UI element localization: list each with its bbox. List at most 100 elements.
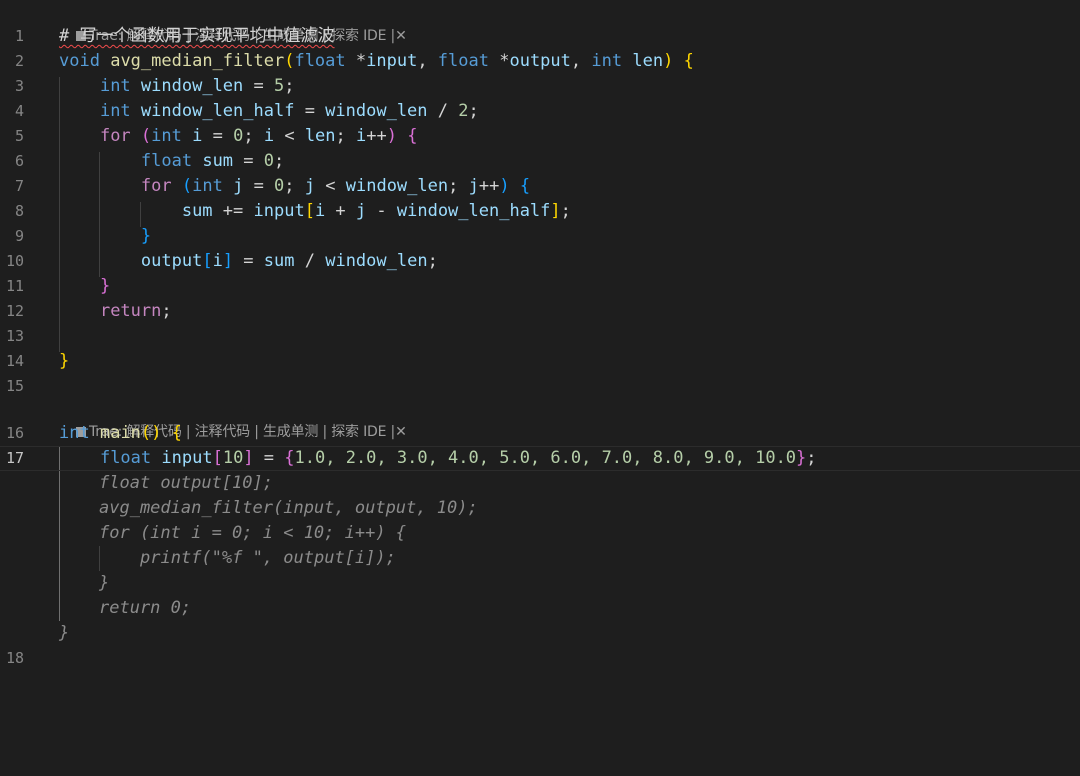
line-number: 8 (14, 202, 24, 220)
bracket: ( (181, 176, 193, 196)
keyword: int (591, 51, 623, 71)
code-text: } (59, 224, 151, 249)
code-line-16[interactable]: 16 int main() { (0, 421, 1080, 446)
bracket: ] (222, 251, 234, 271)
token: , (570, 51, 592, 71)
function-name: avg_median_filter (110, 51, 285, 71)
bracket: { (519, 176, 531, 196)
variable: input (161, 448, 213, 468)
code-line-18[interactable]: 18 (0, 646, 1080, 671)
variable: i (314, 201, 326, 221)
code-line-5[interactable]: 5 for (int i = 0; i < len; i++) { (0, 124, 1080, 149)
ghost-text: return 0; (99, 598, 192, 618)
line-number: 15 (5, 377, 24, 395)
code-line-11[interactable]: 11 } (0, 274, 1080, 299)
token: ; (468, 101, 479, 121)
token: ; (806, 448, 817, 468)
keyword: float (99, 448, 152, 468)
keyword: int (151, 126, 182, 146)
variable: j (355, 201, 367, 221)
ghost-suggestion-line: return 0; (0, 596, 1080, 621)
code-line-2[interactable]: 2 void avg_median_filter(float *input, f… (0, 49, 1080, 74)
variable: j (468, 176, 479, 196)
variable: i (263, 126, 275, 146)
keyword: int (99, 101, 131, 121)
code-line-10[interactable]: 10 output[i] = sum / window_len; (0, 249, 1080, 274)
line-number: 13 (5, 327, 24, 345)
code-line-12[interactable]: 12 return; (0, 299, 1080, 324)
code-line-1[interactable]: 1 # 写一个函数用于实现平均中值滤波 (0, 24, 1080, 49)
variable: sum (181, 201, 213, 221)
code-line-9[interactable]: 9 } (0, 224, 1080, 249)
bracket: } (140, 226, 152, 246)
code-line-17-current[interactable]: 17 float input[10] = {1.0, 2.0, 3.0, 4.0… (0, 446, 1080, 471)
ghost-suggestion-line: } (0, 571, 1080, 596)
token: ++ (366, 126, 387, 146)
token: ; (427, 251, 438, 271)
keyword: int (99, 76, 131, 96)
variable: output (140, 251, 203, 271)
bracket: } (99, 276, 111, 296)
number: 0 (263, 151, 275, 171)
code-line-13[interactable]: 13 (0, 324, 1080, 349)
variable: j (233, 176, 244, 196)
number: 5 (274, 76, 285, 96)
variable: window_len (140, 76, 244, 96)
token: ; (274, 151, 285, 171)
variable: window_len (325, 251, 428, 271)
token: ; (284, 176, 305, 196)
code-line-14[interactable]: 14 } (0, 349, 1080, 374)
line-number: 9 (14, 227, 24, 245)
bracket: () (140, 423, 162, 443)
code-line-7[interactable]: 7 for (int j = 0; j < window_len; j++) { (0, 174, 1080, 199)
variable: len (304, 126, 336, 146)
code-line-8[interactable]: 8 sum += input[i + j - window_len_half]; (0, 199, 1080, 224)
variable: input (253, 201, 305, 221)
number: 2 (458, 101, 469, 121)
token: ; (335, 126, 357, 146)
keyword: return (99, 301, 162, 321)
number-list: 1.0, 2.0, 3.0, 4.0, 5.0, 6.0, 7.0, 8.0, … (294, 448, 797, 468)
ghost-suggestion-line: float output[10]; (0, 471, 1080, 496)
code-line-6[interactable]: 6 float sum = 0; (0, 149, 1080, 174)
variable: i (212, 251, 223, 271)
code-line-4[interactable]: 4 int window_len_half = window_len / 2; (0, 99, 1080, 124)
ghost-suggestion-line: avg_median_filter(input, output, 10); (0, 496, 1080, 521)
bracket: [ (304, 201, 315, 221)
line-number: 1 (14, 27, 24, 45)
token: += (212, 201, 254, 221)
function-name: main (99, 423, 141, 443)
variable: sum (263, 251, 295, 271)
keyword: int (192, 176, 223, 196)
code-text: int window_len = 5; (59, 74, 295, 99)
token: = (233, 251, 264, 271)
code-line-3[interactable]: 3 int window_len = 5; (0, 74, 1080, 99)
variable: window_len (325, 101, 428, 121)
code-line-15[interactable]: 15 (0, 374, 1080, 399)
code-editor[interactable]: Trae: 解释代码 | 注释代码 | 生成单测 | 探索 IDE |✕ 1 #… (0, 0, 1080, 776)
bracket: [ (212, 448, 223, 468)
line-number: 7 (14, 177, 24, 195)
token: = (233, 151, 264, 171)
bracket: ) (663, 51, 674, 71)
token: = (253, 448, 285, 468)
token: = (243, 176, 275, 196)
keyword: float (294, 51, 346, 71)
variable: j (304, 176, 316, 196)
variable: sum (202, 151, 234, 171)
line-number: 4 (14, 102, 24, 120)
token: * (345, 51, 367, 71)
keyword: float (140, 151, 193, 171)
ghost-text: avg_median_filter(input, output, 10); (99, 498, 478, 518)
bracket: ) (499, 176, 510, 196)
ghost-text: for (int i = 0; i < 10; i++) { (99, 523, 407, 543)
bracket: ] (550, 201, 561, 221)
variable: i (356, 126, 367, 146)
token: < (274, 126, 305, 146)
code-lens-trae: Trae: 解释代码 | 注释代码 | 生成单测 | 探索 IDE |✕ (59, 3, 407, 44)
token: < (315, 176, 346, 196)
bracket: ( (284, 51, 295, 71)
code-text: return; (59, 299, 172, 324)
keyword: int (59, 423, 90, 443)
bracket: { (171, 423, 182, 443)
